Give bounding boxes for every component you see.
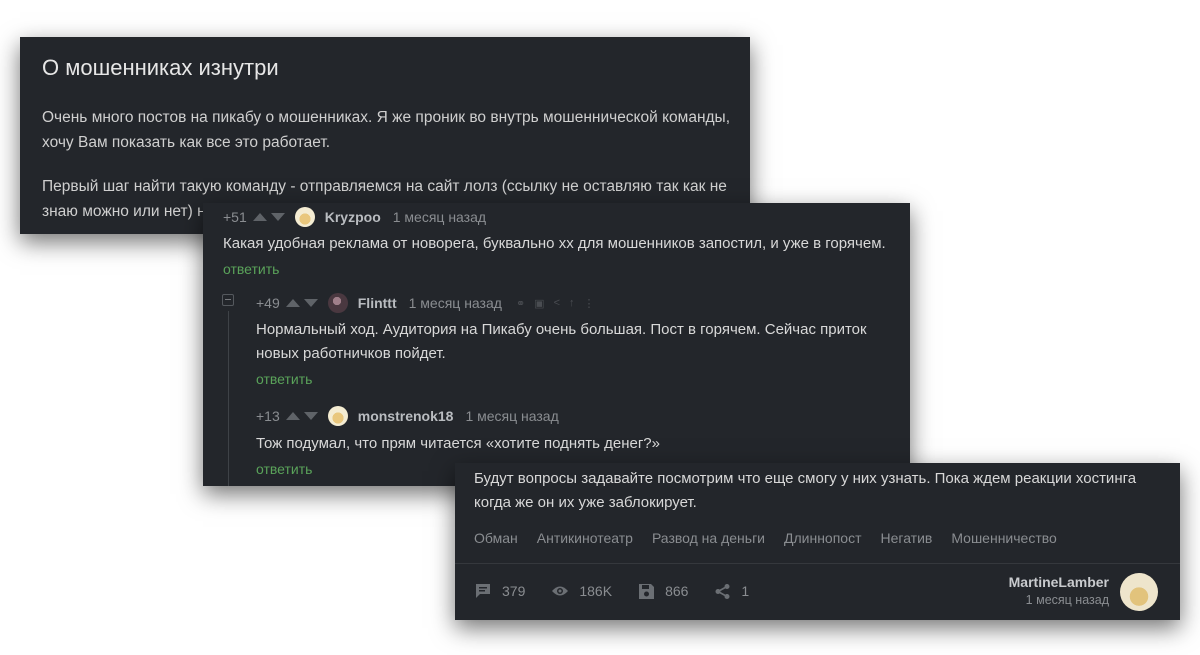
comment-text: Какая удобная реклама от новорега, буква… [223,235,886,252]
arrow-up-icon[interactable]: ↑ [569,297,575,310]
save-icon [639,583,655,599]
post-footer-text: Будут вопросы задавайте посмотрим что ещ… [474,467,1136,515]
author-avatar[interactable] [1120,573,1158,611]
avatar[interactable] [327,406,348,426]
tag-list: Обман Антикинотеатр Развод на деньги Дли… [474,530,1057,546]
comment-header: +13 monstrenok18 1 месяц назад [256,406,559,426]
more-icon[interactable]: ⋮ [584,297,595,310]
vote-down-icon[interactable] [303,412,318,420]
thread-line[interactable] [228,311,229,486]
vote-down-icon[interactable] [270,213,285,221]
comment-text: Нормальный ход. Аудитория на Пикабу очен… [256,318,867,366]
comment-text-line-2: новых работничков пойдет. [256,345,446,362]
vote-down-icon[interactable] [303,299,318,307]
post-paragraph-1: Очень много постов на пикабу о мошенника… [42,105,742,155]
post-author-block: MartineLamber 1 месяц назад [1009,574,1109,607]
post-author-name[interactable]: MartineLamber [1009,574,1109,590]
comment-rating: +49 [256,295,280,311]
post-paragraph-1-line-2: хочу Вам показать как все это работает. [42,134,331,151]
comments-card: +51 Kryzpoo 1 месяц назад Какая удобная … [203,203,910,486]
avatar[interactable] [327,293,348,313]
saves-stat[interactable]: 866 [638,583,688,600]
post-footer-text-line-2: когда же он их уже заблокирует. [474,494,697,511]
comment-header: +49 Flinttt 1 месяц назад ⚭ ▣ < ↑ ⋮ [256,293,595,313]
reply-link[interactable]: ответить [256,461,312,477]
divider [455,563,1180,564]
reply-link[interactable]: ответить [256,371,312,387]
save-icon[interactable]: ▣ [534,297,544,310]
comment-rating: +13 [256,408,280,424]
comment-actions: ⚭ ▣ < ↑ ⋮ [516,297,595,310]
comment-author[interactable]: Flinttt [358,295,397,311]
post-stats: 379 186K 866 1 [474,582,775,600]
post-title[interactable]: О мошенниках изнутри [42,55,279,81]
tag[interactable]: Длиннопост [784,530,862,546]
post-paragraph-1-line-1: Очень много постов на пикабу о мошенника… [42,109,731,126]
tag[interactable]: Обман [474,530,518,546]
shares-count: 1 [741,583,750,599]
post-footer-card: Будут вопросы задавайте посмотрим что ещ… [455,463,1180,620]
views-count: 186K [579,583,613,599]
collapse-thread-icon[interactable] [222,294,234,306]
saves-count: 866 [665,583,689,599]
eye-icon [552,586,569,596]
comment-time[interactable]: 1 месяц назад [465,408,558,424]
comment-time[interactable]: 1 месяц назад [393,209,486,225]
share-stat[interactable]: 1 [714,583,749,600]
comment-author[interactable]: monstrenok18 [358,408,454,424]
tag[interactable]: Антикинотеатр [537,530,633,546]
reply-link[interactable]: ответить [223,261,279,277]
comment-text: Тож подумал, что прям читается «хотите п… [256,435,660,452]
comments-count: 379 [502,583,526,599]
vote-up-icon[interactable] [285,299,300,307]
comment-icon [476,584,490,598]
vote-up-icon[interactable] [252,213,267,221]
tag[interactable]: Негатив [881,530,933,546]
vote-up-icon[interactable] [285,412,300,420]
post-time[interactable]: 1 месяц назад [1009,593,1109,607]
comment-header: +51 Kryzpoo 1 месяц назад [223,207,486,227]
share-icon [715,583,730,599]
comment-author[interactable]: Kryzpoo [325,209,381,225]
tag[interactable]: Мошенничество [951,530,1056,546]
post-paragraph-2-line-1: Первый шаг найти такую команду - отправл… [42,178,727,195]
avatar[interactable] [294,207,315,227]
share-icon[interactable]: < [554,297,560,310]
comments-stat[interactable]: 379 [474,582,525,600]
comment-rating: +51 [223,209,247,225]
post-footer-text-line-1: Будут вопросы задавайте посмотрим что ещ… [474,470,1137,487]
tag[interactable]: Развод на деньги [652,530,765,546]
comment-text-line-1: Нормальный ход. Аудитория на Пикабу очен… [256,321,867,338]
comment-time[interactable]: 1 месяц назад [409,295,502,311]
link-icon[interactable]: ⚭ [516,297,525,310]
views-stat: 186K [551,583,612,599]
